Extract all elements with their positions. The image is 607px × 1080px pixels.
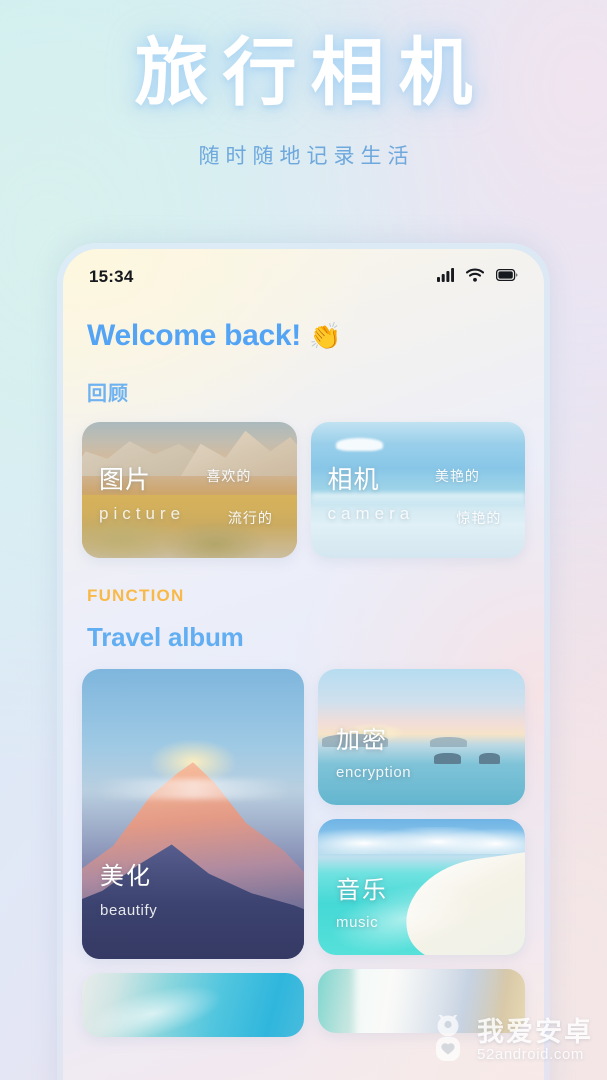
review-card-title-en: picture: [99, 504, 186, 523]
signal-icon: [437, 267, 455, 287]
phone-mockup: 15:34 Welcome back! 👏 回顾 图片 picture 喜欢的 …: [57, 243, 550, 1080]
wifi-icon: [465, 267, 485, 287]
function-grid-right-column: 加密 encryption 音乐 music: [318, 669, 525, 1037]
review-card-title-cn: 图片: [99, 466, 152, 494]
island-right: [429, 737, 468, 747]
function-card-title-en: music: [336, 914, 379, 931]
welcome-text: Welcome back!: [87, 319, 301, 352]
screen-content: Welcome back! 👏 回顾 图片 picture 喜欢的 流行的 相机…: [63, 319, 544, 1037]
function-card-music[interactable]: 音乐 music: [318, 819, 525, 955]
function-grid-left-column: 美化 beautify: [82, 669, 304, 1037]
status-bar: 15:34: [63, 249, 544, 295]
cloud-layer: [318, 827, 525, 855]
cloud-band: [95, 779, 291, 800]
sandy-beach-waves-artwork: [318, 969, 525, 1033]
function-card-title-cn: 音乐: [336, 877, 388, 904]
review-card-title-cn: 相机: [327, 466, 380, 494]
function-card-beautify[interactable]: 美化 beautify: [82, 669, 304, 959]
review-card-tag-2: 惊艳的: [456, 510, 502, 526]
clapping-hands-icon: 👏: [308, 321, 342, 351]
sea-rock-1: [433, 753, 461, 765]
clear-turquoise-water-artwork: [82, 973, 304, 1037]
function-card-cut-right[interactable]: [318, 969, 525, 1033]
function-card-title-cn: 美化: [100, 863, 152, 890]
review-section-label: 回顾: [87, 383, 129, 405]
function-card-title-cn: 加密: [336, 727, 388, 754]
review-card-picture[interactable]: 图片 picture 喜欢的 流行的: [82, 422, 297, 558]
review-card-camera[interactable]: 相机 camera 美艳的 惊艳的: [310, 422, 525, 558]
function-card-title-en: beautify: [100, 902, 158, 919]
function-section-label: FUNCTION: [87, 586, 185, 605]
promo-header: 旅行相机 随时随地记录生活: [0, 36, 607, 170]
promo-title: 旅行相机: [134, 31, 487, 114]
battery-icon: [495, 268, 518, 286]
review-card-tag-1: 美艳的: [434, 468, 480, 484]
function-card-encryption[interactable]: 加密 encryption: [318, 669, 525, 805]
function-card-title-en: encryption: [336, 764, 412, 781]
function-section-title: Travel album: [87, 622, 244, 652]
review-card-title-en: camera: [327, 504, 415, 523]
phone-screen: 15:34 Welcome back! 👏 回顾 图片 picture 喜欢的 …: [63, 249, 544, 1080]
promo-subtitle: 随时随地记录生活: [198, 145, 415, 168]
review-card-row: 图片 picture 喜欢的 流行的 相机 camera 美艳的 惊艳的: [82, 422, 525, 558]
function-card-cut-left[interactable]: [82, 973, 304, 1037]
review-card-tag-1: 喜欢的: [206, 468, 252, 484]
sea-rock-2: [479, 753, 501, 765]
function-card-grid: 美化 beautify 加密 encryption 音乐 music: [82, 669, 525, 1037]
review-card-tag-2: 流行的: [227, 510, 273, 526]
status-time: 15:34: [89, 267, 134, 286]
welcome-heading: Welcome back! 👏: [87, 319, 525, 353]
status-icons: [437, 267, 518, 287]
